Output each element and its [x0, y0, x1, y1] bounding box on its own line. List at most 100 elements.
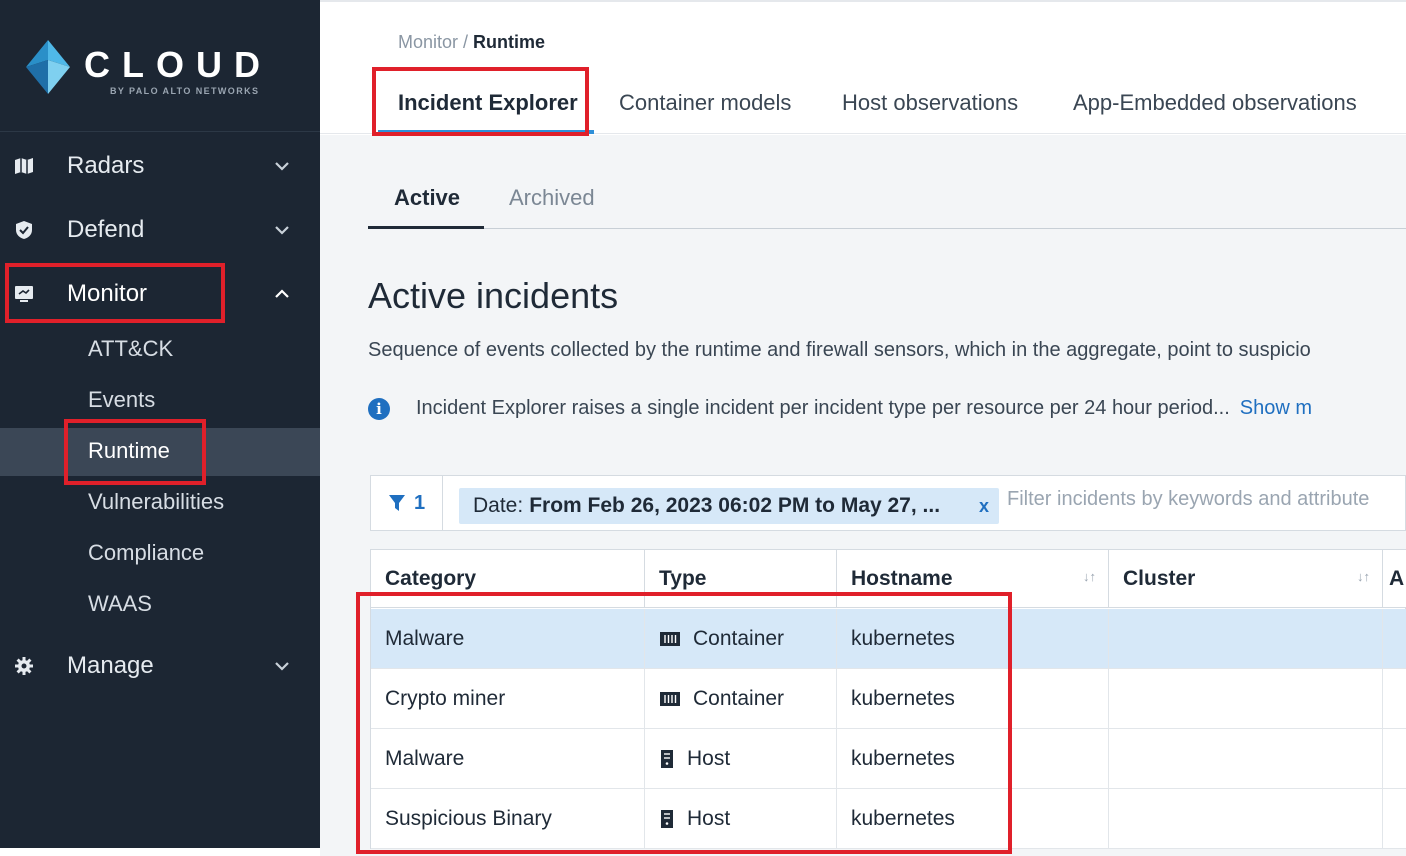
cell-hostname: kubernetes: [837, 609, 1109, 669]
tab-host-observations[interactable]: Host observations: [842, 90, 1018, 116]
sidebar-item-label: Radars: [67, 152, 145, 179]
column-header-label: Type: [659, 567, 707, 590]
top-bar: Monitor / Runtime Incident Explorer Cont…: [320, 0, 1406, 134]
sidebar-item-radars[interactable]: Radars: [0, 138, 320, 194]
cell-type-label: Container: [693, 627, 785, 650]
breadcrumb-parent[interactable]: Monitor: [398, 32, 458, 52]
sidebar-subitem-events[interactable]: Events: [0, 377, 320, 425]
breadcrumb-current: Runtime: [473, 32, 546, 52]
sidebar-subitem-label: ATT&CK: [88, 336, 174, 361]
active-tab-indicator: [378, 130, 594, 134]
subtab-archived[interactable]: Archived: [509, 185, 595, 211]
filter-count: 1: [413, 491, 426, 514]
filter-bar: 1 Date: From Feb 26, 2023 06:02 PM to Ma…: [370, 475, 1406, 531]
sort-icon[interactable]: ↓↑: [1083, 570, 1096, 584]
monitor-icon: [14, 284, 34, 304]
sidebar-subitem-label: Compliance: [88, 540, 205, 565]
cell-type: Host: [645, 789, 837, 849]
cell-type: Container: [645, 609, 837, 669]
sort-icon[interactable]: ↓↑: [1357, 570, 1370, 584]
cell-cluster: [1109, 789, 1383, 849]
table-row[interactable]: Malware Host kubernetes: [371, 729, 1406, 789]
cell-category: Suspicious Binary: [371, 789, 645, 849]
container-icon: [659, 631, 681, 647]
page-title: Active incidents: [368, 275, 619, 316]
sidebar-item-defend[interactable]: Defend: [0, 202, 320, 258]
cell-category: Crypto miner: [371, 669, 645, 729]
date-filter-chip[interactable]: Date: From Feb 26, 2023 06:02 PM to May …: [459, 488, 999, 524]
sidebar-item-monitor[interactable]: Monitor: [0, 266, 320, 322]
host-icon: [659, 809, 675, 829]
sidebar-subitem-vulnerabilities[interactable]: Vulnerabilities: [0, 479, 320, 527]
sidebar-subitem-label: WAAS: [88, 591, 152, 616]
cell-cluster: [1109, 729, 1383, 789]
chevron-up-icon: [275, 289, 289, 298]
sidebar-item-label: Defend: [67, 216, 145, 243]
cell-type: Host: [645, 729, 837, 789]
container-icon: [659, 691, 681, 707]
active-subtab-indicator: [368, 226, 484, 229]
remove-filter-icon[interactable]: x: [979, 496, 989, 517]
column-header-label: Category: [385, 567, 477, 590]
subtab-divider: [368, 228, 1406, 229]
sidebar-item-label: Manage: [67, 652, 154, 679]
column-header-hostname[interactable]: Hostname ↓↑: [837, 550, 1109, 608]
sidebar-subitem-attack[interactable]: ATT&CK: [0, 326, 320, 374]
table-header: Category Type Hostname ↓↑ Cluster ↓↑ A: [371, 550, 1406, 608]
table-row[interactable]: Crypto miner Container kubernetes: [371, 669, 1406, 729]
filter-button[interactable]: 1: [371, 476, 443, 530]
cell-category: Malware: [371, 729, 645, 789]
table-row[interactable]: Malware Container kubernetes: [371, 609, 1406, 669]
chevron-down-icon: [275, 662, 289, 671]
info-banner: i Incident Explorer raises a single inci…: [368, 397, 1312, 420]
sidebar-subitem-label: Runtime: [88, 438, 170, 463]
sidebar-subitem-compliance[interactable]: Compliance: [0, 530, 320, 578]
column-header-truncated[interactable]: A: [1383, 550, 1406, 608]
main-content: Monitor / Runtime Incident Explorer Cont…: [320, 0, 1406, 856]
tab-container-models[interactable]: Container models: [619, 90, 791, 116]
breadcrumb: Monitor / Runtime: [398, 32, 545, 53]
column-header-label: A: [1389, 567, 1405, 590]
cell-hostname: kubernetes: [837, 789, 1109, 849]
breadcrumb-separator: /: [458, 32, 474, 52]
cell-hostname: kubernetes: [837, 729, 1109, 789]
tab-incident-explorer[interactable]: Incident Explorer: [398, 90, 578, 116]
column-header-label: Hostname: [851, 567, 953, 590]
tab-app-embedded-observations[interactable]: App-Embedded observations: [1073, 90, 1357, 116]
sidebar-subitem-label: Events: [88, 387, 156, 412]
chip-value: From Feb 26, 2023 06:02 PM to May 27, ..…: [529, 494, 941, 517]
brand-logo[interactable]: CLOUD BY PALO ALTO NETWORKS: [0, 0, 320, 132]
brand-name: CLOUD: [84, 44, 272, 85]
subtab-active[interactable]: Active: [394, 185, 460, 211]
sidebar-item-manage[interactable]: Manage: [0, 638, 320, 694]
prisma-logo-icon: [26, 40, 70, 94]
sidebar: CLOUD BY PALO ALTO NETWORKS Radars Defen…: [0, 0, 320, 848]
gear-icon: [14, 656, 34, 676]
sidebar-subitem-waas[interactable]: WAAS: [0, 581, 320, 629]
filter-icon: [388, 495, 405, 511]
shield-icon: [14, 220, 34, 240]
cell-hostname: kubernetes: [837, 669, 1109, 729]
incidents-table: Category Type Hostname ↓↑ Cluster ↓↑ A Mal…: [370, 549, 1406, 849]
host-icon: [659, 749, 675, 769]
cell-type-label: Host: [687, 807, 731, 830]
content-area: Active Archived Active incidents Sequenc…: [320, 135, 1406, 856]
column-header-label: Cluster: [1123, 567, 1196, 590]
column-header-cluster[interactable]: Cluster ↓↑: [1109, 550, 1383, 608]
sidebar-item-label: Monitor: [67, 280, 148, 307]
map-icon: [14, 156, 34, 176]
brand-tagline: BY PALO ALTO NETWORKS: [110, 86, 260, 96]
filter-search-input[interactable]: Filter incidents by keywords and attribu…: [1007, 488, 1369, 511]
sidebar-subitem-label: Vulnerabilities: [88, 489, 225, 514]
show-more-link[interactable]: Show m: [1240, 397, 1312, 420]
page-description: Sequence of events collected by the runt…: [368, 339, 1311, 361]
column-header-category[interactable]: Category: [371, 550, 645, 608]
sidebar-subitem-runtime[interactable]: Runtime: [0, 428, 320, 476]
table-row[interactable]: Suspicious Binary Host kubernetes: [371, 789, 1406, 849]
cell-type-label: Container: [693, 687, 785, 710]
cell-cluster: [1109, 609, 1383, 669]
info-icon: i: [368, 397, 390, 420]
info-text: Incident Explorer raises a single incide…: [416, 397, 1230, 419]
chevron-down-icon: [275, 162, 289, 171]
column-header-type[interactable]: Type: [645, 550, 837, 608]
